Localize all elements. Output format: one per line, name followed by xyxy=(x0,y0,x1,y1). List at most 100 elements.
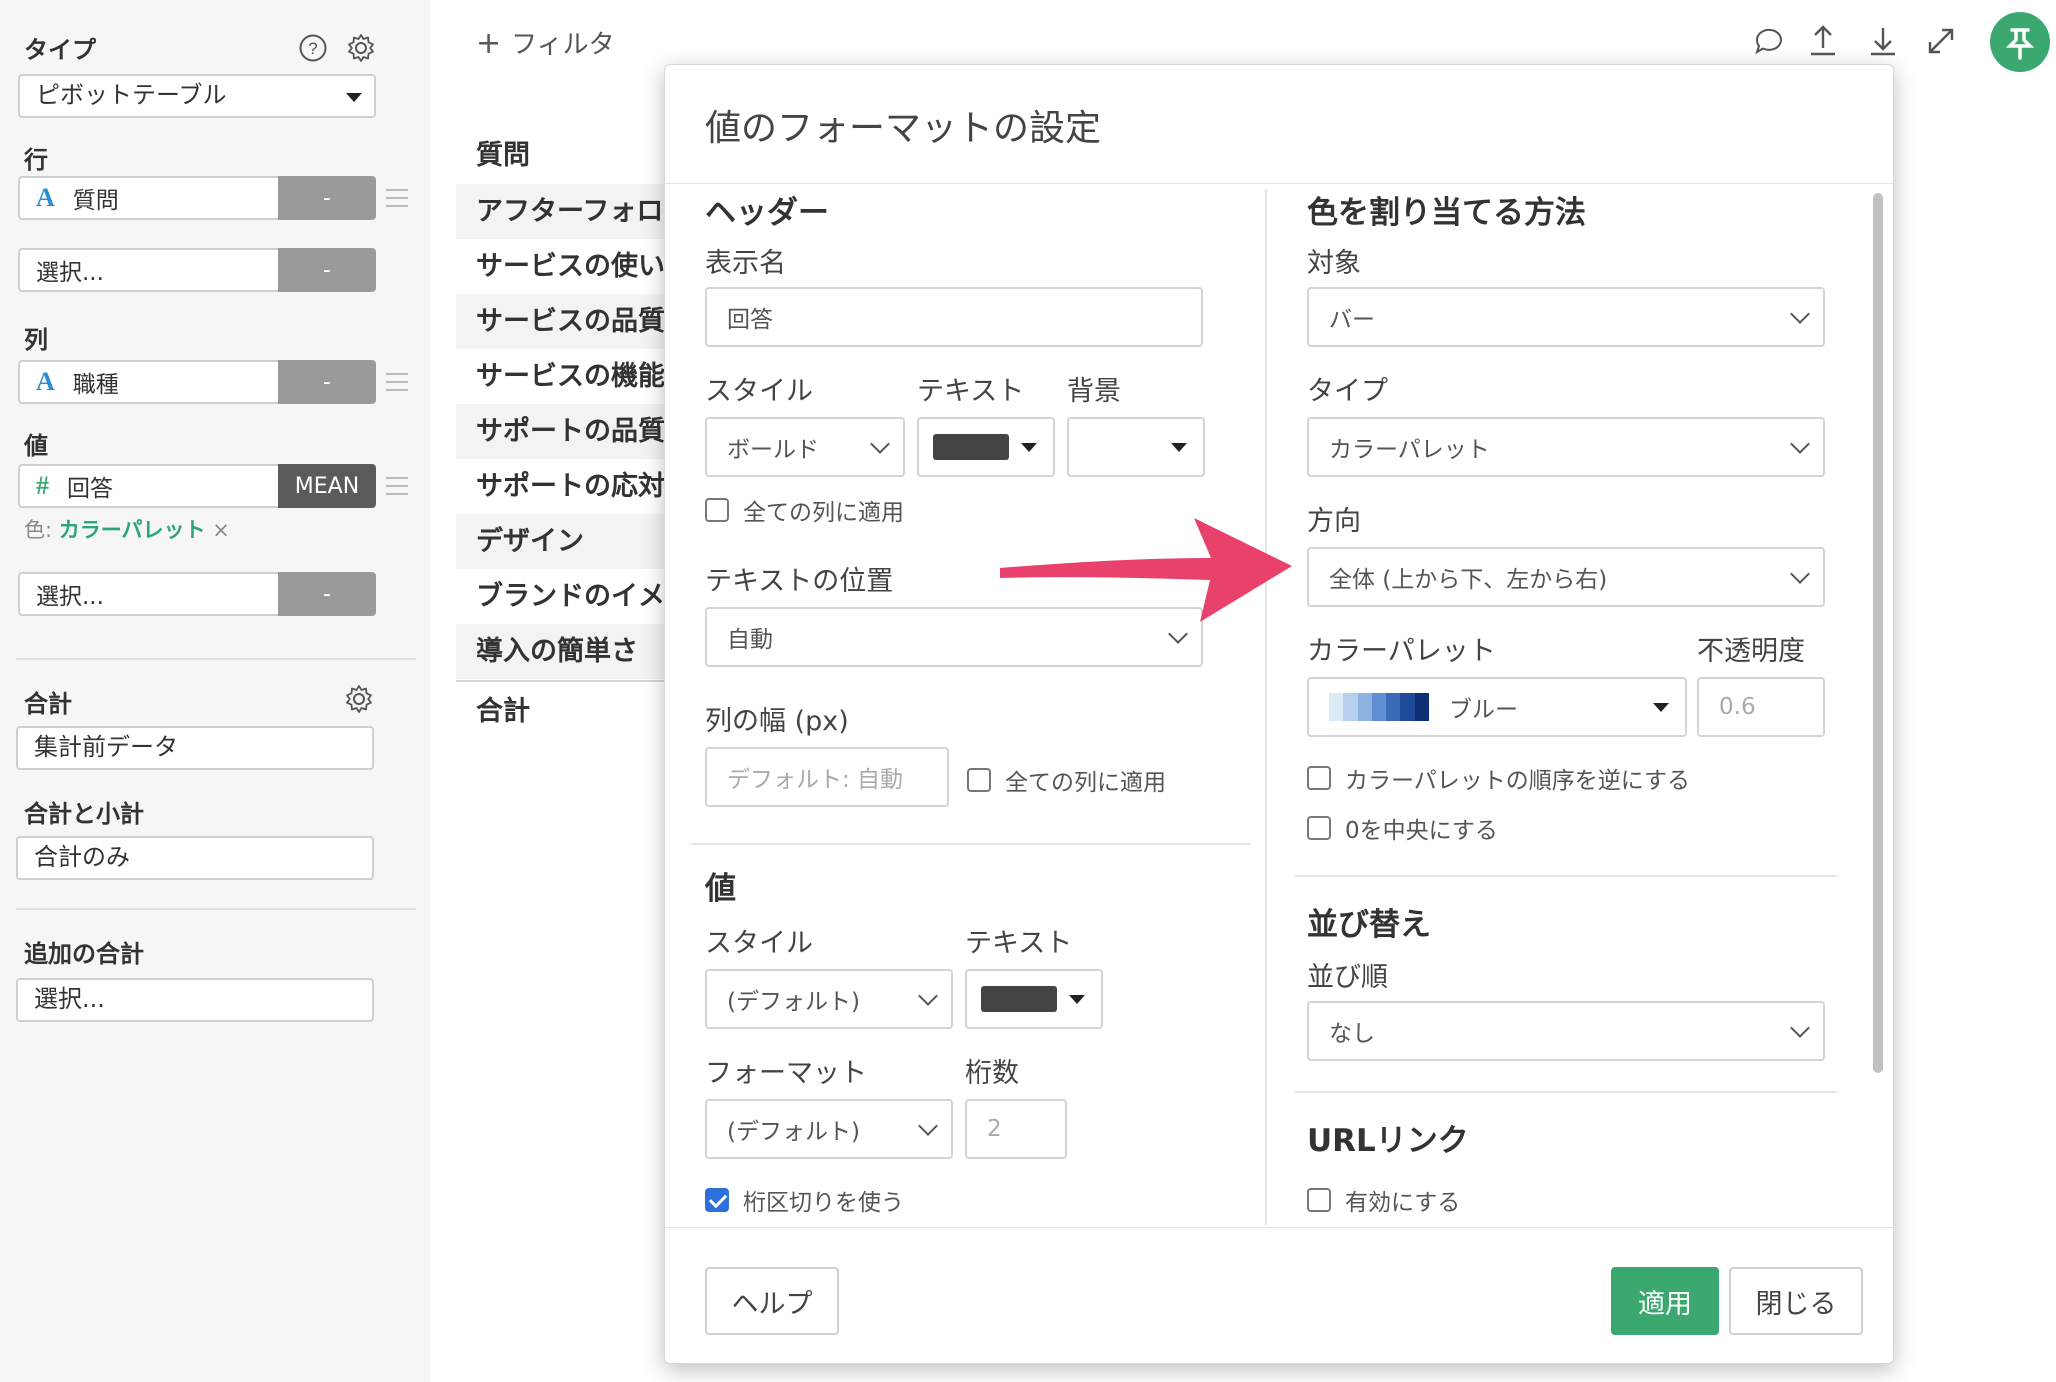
comment-icon[interactable] xyxy=(1752,24,1786,58)
direction-select[interactable]: 全体 (上から下、左から右) xyxy=(1307,547,1825,607)
palette-value: ブルー xyxy=(1449,697,1518,723)
opacity-input[interactable]: 0.6 xyxy=(1697,677,1825,737)
value-field-pill[interactable]: # 回答 MEAN xyxy=(18,464,376,508)
dialog-scrollbar-thumb[interactable] xyxy=(1873,193,1883,1073)
center-zero-checkbox[interactable]: 0を中央にする xyxy=(1307,811,1498,845)
format-label: フォーマット xyxy=(705,1058,867,1089)
header-text-color-picker[interactable] xyxy=(917,417,1055,477)
header-bg-color-picker[interactable] xyxy=(1067,417,1205,477)
chevron-down-icon xyxy=(918,1116,938,1136)
table-row: ブランドのイメージ xyxy=(476,581,676,612)
palette-color-chip xyxy=(1357,693,1372,721)
color-target-label: 対象 xyxy=(1307,248,1361,279)
add-filter-label: フィルタ xyxy=(511,30,615,60)
direction-value: 全体 (上から下、左から右) xyxy=(1329,567,1608,593)
chevron-down-icon xyxy=(918,986,938,1006)
total-select[interactable]: 集計前データ xyxy=(16,726,374,770)
url-section-title: URLリンク xyxy=(1307,1123,1469,1159)
remove-color-icon[interactable]: × xyxy=(212,518,230,542)
table-row: アフターフォロー xyxy=(456,184,676,239)
text-position-label: テキストの位置 xyxy=(705,566,894,597)
row-select-name: 選択... xyxy=(36,260,104,286)
opacity-placeholder: 0.6 xyxy=(1719,694,1756,720)
drag-handle-icon[interactable] xyxy=(386,373,408,391)
caret-down-icon xyxy=(1653,703,1669,712)
header-style-value: ボールド xyxy=(727,437,819,463)
value-style-select[interactable]: (デフォルト) xyxy=(705,969,953,1029)
expand-icon[interactable] xyxy=(1924,24,1958,58)
column-field-agg-button[interactable]: - xyxy=(278,360,376,404)
value-field-agg-button[interactable]: MEAN xyxy=(278,464,376,508)
sort-order-label: 並び順 xyxy=(1307,962,1388,993)
annotation-arrow-icon xyxy=(1000,518,1292,622)
value-format-dialog: 値のフォーマットの設定 ヘッダー 表示名 回答 スタイル テキスト 背景 ボール… xyxy=(664,64,1894,1364)
color-target-select[interactable]: バー xyxy=(1307,287,1825,347)
value-select-pill[interactable]: 選択... - xyxy=(18,572,376,616)
column-width-input[interactable]: デフォルト: 自動 xyxy=(705,747,949,807)
format-select[interactable]: (デフォルト) xyxy=(705,1099,953,1159)
table-row: デザイン xyxy=(456,514,676,569)
row-select-pill[interactable]: 選択... - xyxy=(18,248,376,292)
extra-total-value: 選択... xyxy=(34,985,105,1013)
dialog-title: 値のフォーマットの設定 xyxy=(705,108,1102,149)
checkbox-icon xyxy=(1307,816,1331,840)
value-select-agg-button[interactable]: - xyxy=(278,572,376,616)
reverse-palette-label: カラーパレットの順序を逆にする xyxy=(1345,768,1690,794)
color-type-select[interactable]: カラーパレット xyxy=(1307,417,1825,477)
value-text-color-picker[interactable] xyxy=(965,969,1103,1029)
column-label: 列 xyxy=(24,326,48,354)
upload-icon[interactable] xyxy=(1806,24,1840,58)
value-select-name-area: 選択... xyxy=(18,572,278,616)
text-position-value: 自動 xyxy=(727,627,773,653)
pin-button[interactable] xyxy=(1990,12,2050,72)
drag-handle-icon[interactable] xyxy=(386,477,408,495)
row-field-pill[interactable]: A 質問 - xyxy=(18,176,376,220)
url-enable-checkbox[interactable]: 有効にする xyxy=(1307,1183,1460,1217)
opacity-label: 不透明度 xyxy=(1697,636,1805,667)
value-field-name: 回答 xyxy=(67,476,113,502)
divider xyxy=(16,658,416,660)
row-select-agg-button[interactable]: - xyxy=(278,248,376,292)
row-field-agg-button[interactable]: - xyxy=(278,176,376,220)
palette-select[interactable]: ブルー xyxy=(1307,677,1687,737)
column-width-placeholder: デフォルト: 自動 xyxy=(727,767,904,793)
value-select-name: 選択... xyxy=(36,584,104,610)
chevron-down-icon xyxy=(1790,1018,1810,1038)
gear-icon[interactable] xyxy=(344,684,374,714)
add-filter-button[interactable]: + フィルタ xyxy=(476,24,615,61)
center-zero-label: 0を中央にする xyxy=(1345,818,1498,844)
pin-icon xyxy=(2005,28,2035,60)
thousands-separator-checkbox[interactable]: 桁区切りを使う xyxy=(705,1183,904,1217)
display-name-label: 表示名 xyxy=(705,248,786,279)
checkbox-icon xyxy=(1307,1188,1331,1212)
display-name-input[interactable]: 回答 xyxy=(705,287,1203,347)
column-field-pill[interactable]: A 職種 - xyxy=(18,360,376,404)
header-style-select[interactable]: ボールド xyxy=(705,417,905,477)
download-icon[interactable] xyxy=(1866,24,1900,58)
gear-icon[interactable] xyxy=(346,33,376,63)
help-button[interactable]: ヘルプ xyxy=(705,1267,839,1335)
row-field-name: 質問 xyxy=(72,188,119,214)
value-style-label: スタイル xyxy=(705,928,813,959)
reverse-palette-checkbox[interactable]: カラーパレットの順序を逆にする xyxy=(1307,761,1690,795)
close-button[interactable]: 閉じる xyxy=(1729,1267,1863,1335)
column-width-apply-all-checkbox[interactable]: 全ての列に適用 xyxy=(967,763,1166,797)
palette-color-chip xyxy=(1371,693,1387,721)
caret-down-icon xyxy=(1069,995,1085,1004)
drag-handle-icon[interactable] xyxy=(386,189,408,207)
digits-input[interactable]: 2 xyxy=(965,1099,1067,1159)
subtotal-select[interactable]: 合計のみ xyxy=(16,836,374,880)
caret-down-icon xyxy=(1021,443,1037,452)
color-setting-link[interactable]: カラーパレット xyxy=(59,518,206,542)
palette-preview xyxy=(1329,693,1429,721)
column-divider xyxy=(1265,189,1267,1225)
extra-total-select[interactable]: 選択... xyxy=(16,978,374,1022)
header-apply-all-checkbox[interactable]: 全ての列に適用 xyxy=(705,493,904,527)
section-divider xyxy=(691,843,1251,845)
chevron-down-icon xyxy=(870,434,890,454)
apply-button[interactable]: 適用 xyxy=(1611,1267,1719,1335)
chart-type-select[interactable]: ピボットテーブル xyxy=(18,74,376,118)
chart-type-value: ピボットテーブル xyxy=(36,81,227,109)
help-icon[interactable]: ? xyxy=(298,33,328,63)
sort-order-select[interactable]: なし xyxy=(1307,1001,1825,1061)
